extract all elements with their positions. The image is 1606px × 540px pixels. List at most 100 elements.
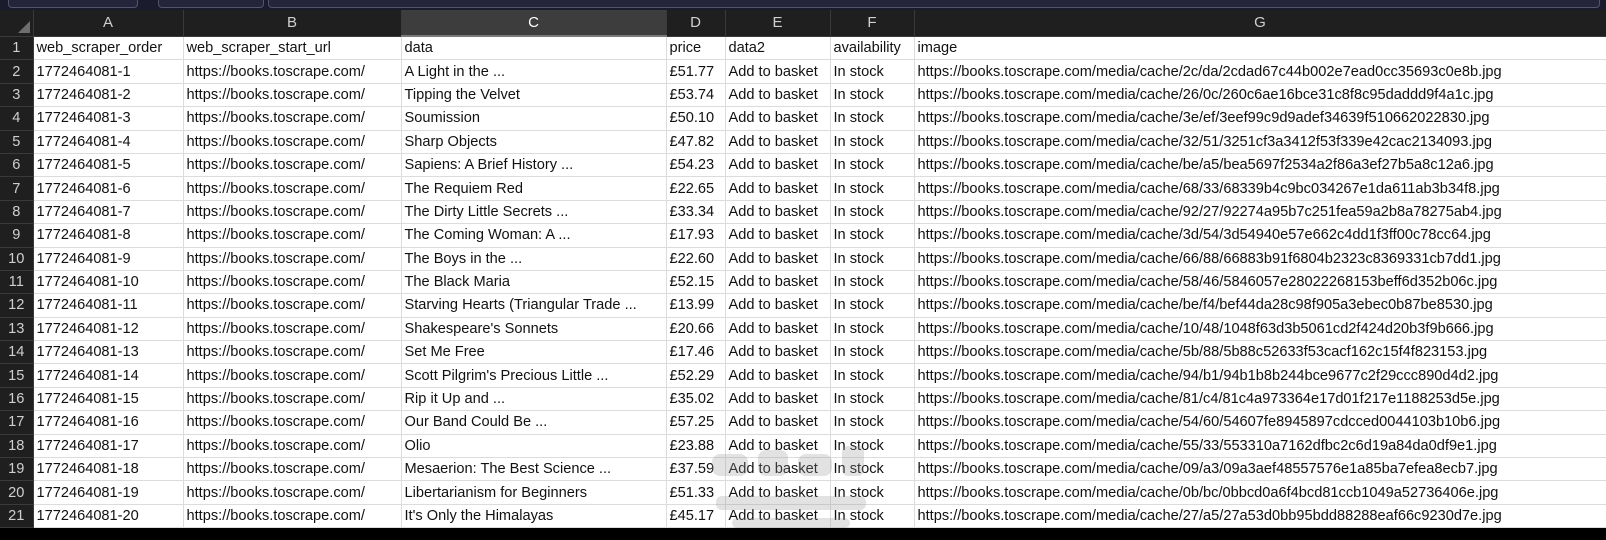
cell-d[interactable]: £33.34 [666,200,726,225]
cell-f[interactable]: In stock [830,106,915,131]
cell-b[interactable]: https://books.toscrape.com/ [183,59,402,84]
cell-b[interactable]: https://books.toscrape.com/ [183,363,402,388]
cell-c[interactable]: Starving Hearts (Triangular Trade ... [401,293,667,318]
cell-f[interactable]: In stock [830,59,915,84]
cell-a[interactable]: 1772464081-12 [33,317,184,342]
cell-f[interactable]: In stock [830,176,915,201]
cell-e[interactable]: Add to basket [725,83,831,108]
cell-d[interactable]: £51.77 [666,59,726,84]
cell-a[interactable]: 1772464081-13 [33,340,184,365]
cell-a[interactable]: 1772464081-4 [33,130,184,154]
cell-f[interactable]: In stock [830,270,915,295]
cell-c[interactable]: It's Only the Himalayas [401,504,667,529]
cell-f[interactable]: In stock [830,363,915,388]
cell-f[interactable]: In stock [830,223,915,248]
cell-e[interactable]: Add to basket [725,340,831,365]
cell-f[interactable]: In stock [830,83,915,108]
cell-f[interactable]: In stock [830,153,915,178]
row-header[interactable]: 5 [0,130,34,154]
cell-e[interactable]: Add to basket [725,200,831,225]
cell-g[interactable]: https://books.toscrape.com/media/cache/5… [914,410,1606,435]
cell-c[interactable]: Tipping the Velvet [401,83,667,108]
cell-e[interactable]: Add to basket [725,457,831,482]
cell-e[interactable]: Add to basket [725,317,831,342]
column-header-g[interactable]: G [914,10,1606,37]
row-header[interactable]: 10 [0,247,34,271]
row-header[interactable]: 16 [0,387,34,412]
cell-g[interactable]: https://books.toscrape.com/media/cache/2… [914,83,1606,108]
cell-d[interactable]: £35.02 [666,387,726,412]
cell-c[interactable]: The Boys in the ... [401,247,667,271]
cell-a[interactable]: 1772464081-2 [33,83,184,108]
cell-e[interactable]: Add to basket [725,106,831,131]
row-header[interactable]: 11 [0,270,34,295]
cell-c[interactable]: Set Me Free [401,340,667,365]
cell-d[interactable]: £52.15 [666,270,726,295]
column-header-b[interactable]: B [183,10,402,37]
cell-a[interactable]: 1772464081-14 [33,363,184,388]
cell-f[interactable]: In stock [830,434,915,459]
cell-b[interactable]: https://books.toscrape.com/ [183,130,402,154]
cell-g[interactable]: https://books.toscrape.com/media/cache/6… [914,247,1606,271]
cell-f[interactable]: In stock [830,340,915,365]
cell-c[interactable]: A Light in the ... [401,59,667,84]
cell-e[interactable]: Add to basket [725,223,831,248]
row-header[interactable]: 8 [0,200,34,225]
cell-f[interactable]: In stock [830,410,915,435]
row-header[interactable]: 14 [0,340,34,365]
cell-c[interactable]: Rip it Up and ... [401,387,667,412]
cell-f[interactable]: In stock [830,480,915,505]
cell-g[interactable]: https://books.toscrape.com/media/cache/0… [914,480,1606,505]
cell-b[interactable]: https://books.toscrape.com/ [183,410,402,435]
cell-b[interactable]: https://books.toscrape.com/ [183,434,402,459]
cell-g[interactable]: https://books.toscrape.com/media/cache/0… [914,457,1606,482]
cell-c[interactable]: Sharp Objects [401,130,667,154]
toolbar-tab[interactable] [158,0,264,8]
cell-e[interactable]: Add to basket [725,434,831,459]
cell-g[interactable]: https://books.toscrape.com/media/cache/2… [914,504,1606,529]
row-header[interactable]: 9 [0,223,34,248]
cell-e[interactable]: Add to basket [725,59,831,84]
column-header-c[interactable]: C [401,10,667,37]
formula-bar[interactable] [268,0,1600,8]
cell-f[interactable]: In stock [830,130,915,154]
cell-f[interactable]: In stock [830,247,915,271]
cell-a[interactable]: 1772464081-1 [33,59,184,84]
cell-d[interactable]: £52.29 [666,363,726,388]
cell-d[interactable]: £45.17 [666,504,726,529]
cell-c[interactable]: The Requiem Red [401,176,667,201]
cell-d[interactable]: £54.23 [666,153,726,178]
spreadsheet-grid[interactable]: A B C D E F G 1 web_scraper_order web_sc… [0,10,1606,540]
column-header-f[interactable]: F [830,10,915,37]
cell-b[interactable]: https://books.toscrape.com/ [183,153,402,178]
cell-a[interactable]: 1772464081-20 [33,504,184,529]
cell-d[interactable]: £17.93 [666,223,726,248]
row-header[interactable]: 12 [0,293,34,318]
row-header[interactable]: 20 [0,480,34,505]
cell-a[interactable]: 1772464081-17 [33,434,184,459]
cell-d[interactable]: £22.60 [666,247,726,271]
cell-e[interactable]: Add to basket [725,130,831,154]
cell-b[interactable]: https://books.toscrape.com/ [183,504,402,529]
cell-d[interactable]: £22.65 [666,176,726,201]
cell-d[interactable]: £20.66 [666,317,726,342]
cell-d[interactable]: £53.74 [666,83,726,108]
cell-e[interactable]: Add to basket [725,270,831,295]
column-header-d[interactable]: D [666,10,726,37]
cell-c[interactable]: Shakespeare's Sonnets [401,317,667,342]
cell-g[interactable]: https://books.toscrape.com/media/cache/1… [914,317,1606,342]
cell-b[interactable]: https://books.toscrape.com/ [183,247,402,271]
cell-a[interactable]: 1772464081-8 [33,223,184,248]
cell-c[interactable]: Soumission [401,106,667,131]
cell-b[interactable]: https://books.toscrape.com/ [183,83,402,108]
cell-d[interactable]: £47.82 [666,130,726,154]
cell-a[interactable]: 1772464081-6 [33,176,184,201]
cell-c[interactable]: Our Band Could Be ... [401,410,667,435]
cell-c[interactable]: Mesaerion: The Best Science ... [401,457,667,482]
cell-b[interactable]: https://books.toscrape.com/ [183,317,402,342]
cell-b[interactable]: https://books.toscrape.com/ [183,106,402,131]
cell-b[interactable]: https://books.toscrape.com/ [183,387,402,412]
row-header[interactable]: 21 [0,504,34,529]
cell-f[interactable]: In stock [830,457,915,482]
cell-g[interactable]: https://books.toscrape.com/media/cache/9… [914,363,1606,388]
